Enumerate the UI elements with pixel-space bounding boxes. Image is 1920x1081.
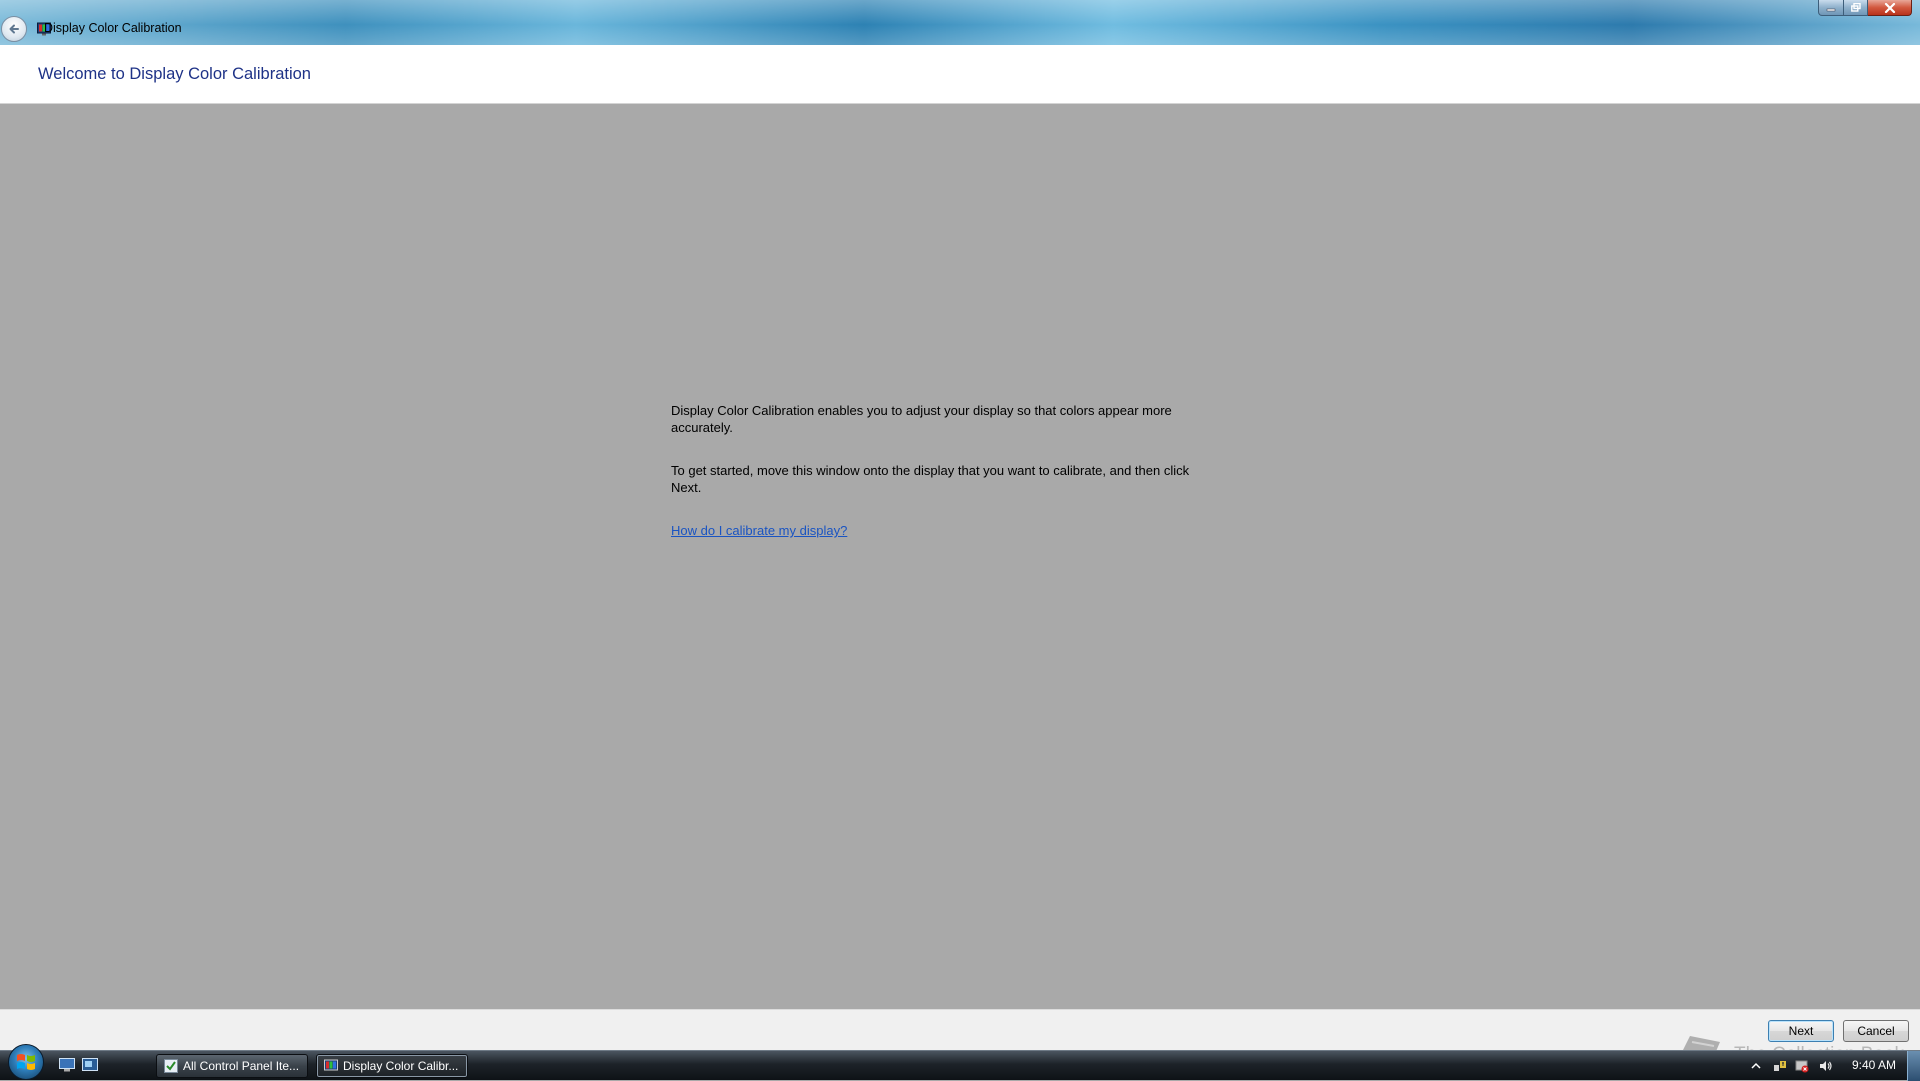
taskbar-item-control-panel[interactable]: All Control Panel Ite... xyxy=(156,1054,308,1078)
maximize-button[interactable] xyxy=(1844,0,1868,16)
close-icon xyxy=(1884,2,1895,13)
wizard-content: Display Color Calibration enables you to… xyxy=(0,104,1920,1009)
minimize-icon xyxy=(1826,8,1836,11)
volume-icon[interactable] xyxy=(1819,1059,1833,1073)
switch-windows-icon[interactable] xyxy=(82,1058,98,1072)
page-title: Welcome to Display Color Calibration xyxy=(38,65,311,83)
intro-paragraph: Display Color Calibration enables you to… xyxy=(671,403,1172,435)
windows-logo-icon xyxy=(17,1054,35,1070)
back-arrow-icon xyxy=(9,24,19,34)
taskbar-item-label: All Control Panel Ite... xyxy=(183,1059,300,1073)
taskbar-clock[interactable]: 9:40 AM xyxy=(1852,1058,1896,1072)
title-bar: Display Color Calibration xyxy=(0,0,1920,45)
taskbar-item-label: Display Color Calibr... xyxy=(343,1059,459,1073)
cancel-button[interactable]: Cancel xyxy=(1843,1020,1909,1042)
intro-text-block: Display Color Calibration enables you to… xyxy=(671,402,1211,539)
close-button[interactable] xyxy=(1868,0,1912,16)
taskbar-item-display-calibration[interactable]: Display Color Calibr... xyxy=(316,1054,468,1078)
start-button[interactable] xyxy=(8,1044,44,1080)
instructions-paragraph: To get started, move this window onto th… xyxy=(671,463,1190,495)
minimize-button[interactable] xyxy=(1818,0,1844,16)
window-title: Display Color Calibration xyxy=(44,21,182,35)
taskbar: All Control Panel Ite... Display Color C… xyxy=(0,1044,1920,1081)
display-calibration-icon xyxy=(324,1059,338,1071)
help-link[interactable]: How do I calibrate my display? xyxy=(671,523,847,538)
wizard-header: Welcome to Display Color Calibration xyxy=(0,45,1920,104)
next-button[interactable]: Next xyxy=(1768,1020,1834,1042)
show-desktop-quicklaunch-icon[interactable] xyxy=(59,1058,75,1072)
action-center-icon[interactable] xyxy=(1795,1059,1809,1073)
control-panel-icon xyxy=(164,1059,178,1073)
back-button[interactable] xyxy=(1,16,27,42)
wizard-footer: Next Cancel xyxy=(0,1009,1920,1050)
show-desktop-button[interactable] xyxy=(1907,1051,1920,1081)
window-controls xyxy=(1818,0,1912,16)
network-icon[interactable] xyxy=(1773,1059,1787,1073)
restore-icon xyxy=(1850,3,1861,12)
show-hidden-icons-icon[interactable] xyxy=(1749,1059,1763,1073)
